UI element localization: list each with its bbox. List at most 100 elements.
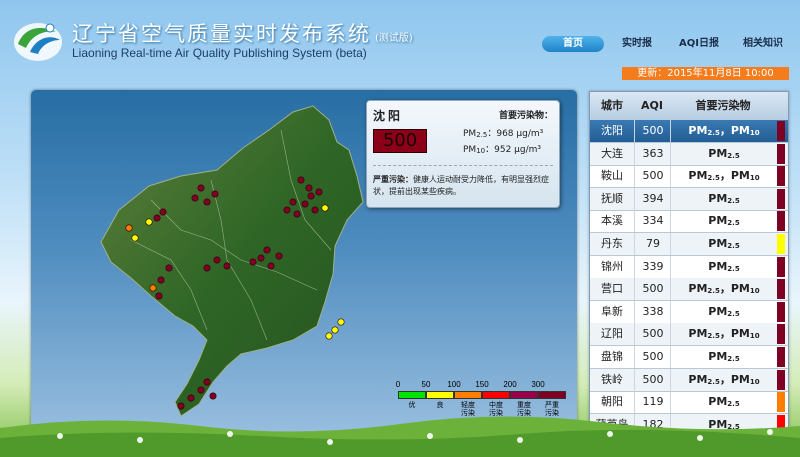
station-marker[interactable]	[149, 284, 157, 292]
table-row[interactable]: 沈阳 500 PM2.5，PM10	[590, 120, 788, 143]
station-marker[interactable]	[203, 198, 211, 206]
station-marker[interactable]	[213, 256, 221, 264]
popup-aqi-value: 500	[373, 129, 427, 153]
row-aqi: 334	[634, 210, 671, 233]
row-aqi: 79	[634, 233, 671, 255]
legend-color-bar	[538, 391, 566, 399]
row-city: 锦州	[601, 259, 623, 273]
table-row[interactable]: 辽阳 500 PM2.5，PM10	[590, 323, 788, 347]
station-marker[interactable]	[305, 184, 313, 192]
station-marker[interactable]	[165, 264, 173, 272]
row-city: 阜新	[601, 304, 623, 318]
nav-knowledge[interactable]: 相关知识	[734, 36, 792, 52]
station-marker[interactable]	[311, 206, 319, 214]
station-marker[interactable]	[155, 292, 163, 300]
table-row[interactable]: 大连 363 PM2.5	[590, 142, 788, 166]
station-marker[interactable]	[249, 258, 257, 266]
row-aqi: 500	[634, 120, 671, 142]
legend-tick: 300	[531, 380, 545, 389]
table-row[interactable]: 抚顺 394 PM2.5	[590, 187, 788, 211]
station-marker[interactable]	[289, 198, 297, 206]
row-city: 抚顺	[601, 191, 623, 205]
station-marker[interactable]	[297, 176, 305, 184]
station-marker[interactable]	[315, 188, 323, 196]
table-row[interactable]: 营口 500 PM2.5，PM10	[590, 278, 788, 302]
row-aqi: 500	[634, 323, 671, 346]
station-marker[interactable]	[153, 214, 161, 222]
station-marker[interactable]	[187, 394, 195, 402]
row-pollutant: PM2.5，PM10	[670, 165, 777, 188]
station-marker[interactable]	[209, 392, 217, 400]
station-marker[interactable]	[197, 184, 205, 192]
legend-color-bar	[482, 391, 510, 399]
station-marker[interactable]	[307, 192, 315, 200]
station-marker[interactable]	[191, 194, 199, 202]
map-panel: 沈阳 500 首要污染物： PM2.5：968 μg/m³ PM10：952 μ…	[31, 90, 577, 435]
header-city: 城市	[601, 99, 623, 112]
station-marker[interactable]	[125, 224, 133, 232]
nav-home[interactable]: 首页	[542, 36, 604, 52]
row-pollutant: PM2.5，PM10	[670, 120, 777, 142]
table-row[interactable]: 丹东 79 PM2.5	[590, 233, 788, 256]
table-row[interactable]: 盘锦 500 PM2.5	[590, 346, 788, 369]
row-pollutant: PM2.5	[670, 210, 777, 233]
row-city: 沈阳	[601, 124, 623, 137]
station-marker[interactable]	[283, 206, 291, 214]
station-marker[interactable]	[293, 210, 301, 218]
legend-color-bar	[510, 391, 538, 399]
station-marker[interactable]	[325, 332, 333, 340]
nav-realtime[interactable]: 实时报	[610, 36, 664, 52]
header-pollutant: 首要污染物	[695, 99, 751, 112]
row-aqi-color-indicator	[777, 121, 785, 141]
row-city: 鞍山	[601, 169, 623, 183]
row-city: 盘锦	[601, 350, 623, 363]
row-pollutant: PM2.5，PM10	[670, 368, 777, 391]
station-marker[interactable]	[331, 326, 339, 334]
popup-divider	[373, 165, 553, 166]
row-aqi: 500	[634, 278, 671, 301]
station-marker[interactable]	[257, 254, 265, 262]
station-marker[interactable]	[263, 246, 271, 254]
legend-tick: 50	[421, 380, 431, 389]
row-aqi-color-indicator	[777, 234, 785, 254]
table-row[interactable]: 锦州 339 PM2.5	[590, 255, 788, 279]
station-marker[interactable]	[267, 262, 275, 270]
app-title: 辽宁省空气质量实时发布系统 (测试版)	[72, 22, 413, 46]
row-aqi: 339	[634, 255, 671, 278]
row-aqi-color-indicator	[777, 166, 785, 187]
nav-aqi-daily[interactable]: AQI日报	[670, 36, 728, 52]
row-city: 丹东	[601, 237, 623, 250]
station-marker[interactable]	[211, 190, 219, 198]
row-city: 铁岭	[601, 372, 623, 386]
row-city: 辽阳	[601, 327, 623, 341]
station-marker[interactable]	[145, 218, 153, 226]
station-marker[interactable]	[321, 204, 329, 212]
row-aqi: 338	[634, 300, 671, 323]
station-marker[interactable]	[301, 200, 309, 208]
table-row[interactable]: 阜新 338 PM2.5	[590, 300, 788, 324]
row-pollutant: PM2.5	[670, 187, 777, 210]
station-marker[interactable]	[337, 318, 345, 326]
popup-pollutant-label: 首要污染物：	[498, 111, 553, 121]
station-marker[interactable]	[197, 386, 205, 394]
station-marker[interactable]	[223, 262, 231, 270]
app-title-english: Liaoning Real-time Air Quality Publishin…	[72, 46, 367, 60]
station-marker[interactable]	[157, 276, 165, 284]
table-row[interactable]: 本溪 334 PM2.5	[590, 210, 788, 234]
row-aqi: 394	[634, 187, 671, 210]
popup-pm25: PM2.5：968 μg/m³	[463, 129, 544, 139]
station-marker[interactable]	[131, 234, 139, 242]
row-city: 本溪	[601, 214, 623, 228]
legend-color-bar	[426, 391, 454, 399]
station-marker[interactable]	[203, 378, 211, 386]
city-aqi-table: 城市 AQI 首要污染物 沈阳 500 PM2.5，PM10 大连 363 PM2.5 鞍山…	[589, 91, 789, 438]
row-pollutant: PM2.5	[670, 255, 777, 278]
table-row[interactable]: 铁岭 500 PM2.5，PM10	[590, 368, 788, 392]
row-aqi-color-indicator	[777, 324, 785, 345]
station-marker[interactable]	[203, 264, 211, 272]
station-marker[interactable]	[159, 208, 167, 216]
station-marker[interactable]	[275, 252, 283, 260]
leaf-swan-logo-icon	[14, 23, 62, 61]
main-nav: 首页 实时报 AQI日报 相关知识	[542, 36, 792, 52]
table-row[interactable]: 鞍山 500 PM2.5，PM10	[590, 165, 788, 189]
